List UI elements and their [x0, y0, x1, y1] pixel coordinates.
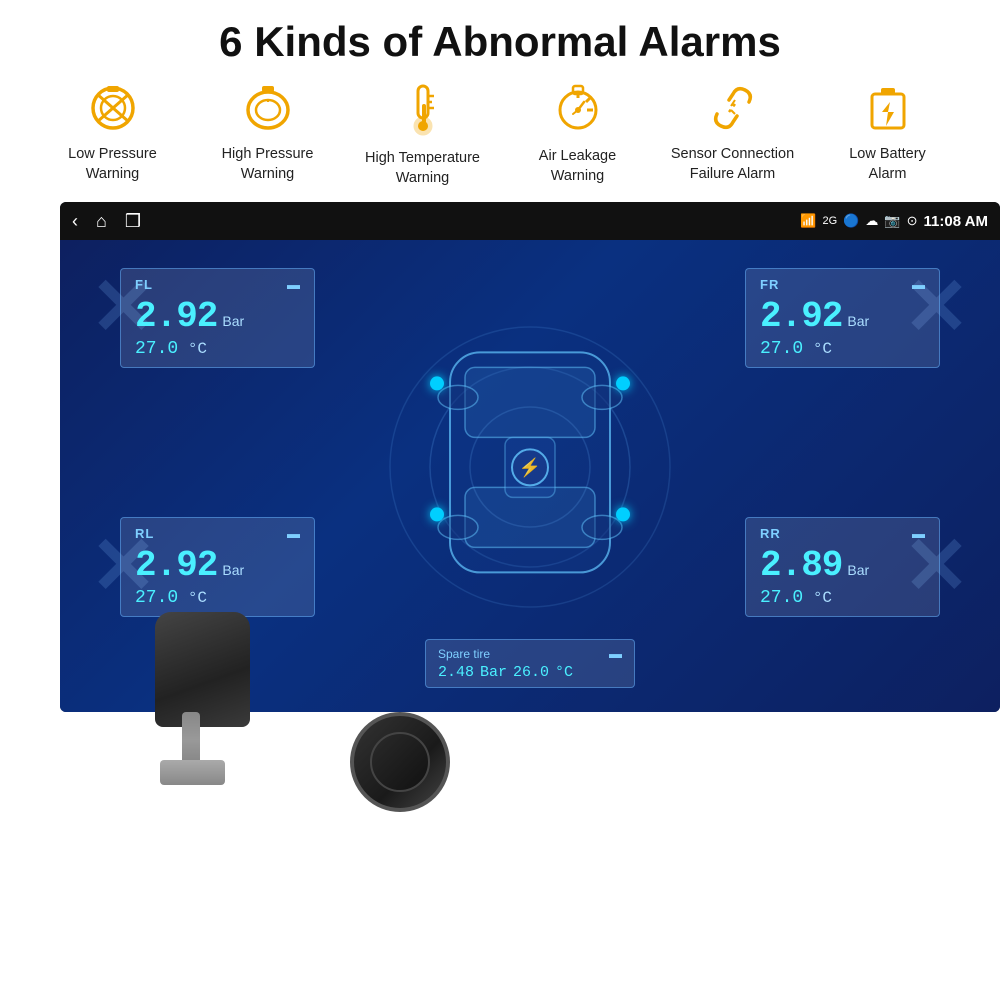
temp-rr: 27.0	[760, 588, 803, 608]
temp-unit-rl: °C	[188, 589, 207, 607]
car-graphic: ⚡	[390, 293, 670, 633]
tire-panel-fr: FR ▬ 2.92 Bar 27.0 °C	[745, 268, 940, 368]
clock: 11:08 AM	[924, 213, 988, 230]
bluetooth-icon: 🔵	[843, 213, 859, 229]
battery-rl: ▬	[287, 526, 300, 541]
pressure-unit-rr: Bar	[847, 562, 869, 578]
cap-sensor	[350, 712, 460, 822]
cloud-icon: ☁	[865, 213, 878, 229]
screen-wrapper: ‹ ⌂ ❒ 📶 2G 🔵 ☁ 📷 ⊙ 11:08 AM ✕ ✕ ✕ ✕	[60, 202, 1000, 772]
page-title: 6 Kinds of Abnormal Alarms	[0, 18, 1000, 66]
back-button[interactable]: ‹	[72, 211, 78, 232]
alarm-high-pressure: High Pressure Warning	[190, 84, 345, 184]
physical-sensors	[140, 612, 460, 782]
recent-button[interactable]: ❒	[125, 211, 141, 232]
nav-buttons: ‹ ⌂ ❒	[72, 211, 141, 232]
temp-rl: 27.0	[135, 588, 178, 608]
alarm-high-temperature: High Temperature Warning	[345, 84, 500, 188]
tire-label-rl: RL	[135, 526, 154, 541]
battery-spare: ▬	[609, 646, 622, 661]
alarm-air-leakage: Air Leakage Warning	[500, 84, 655, 186]
sensor-dot-rl	[430, 508, 444, 522]
temp-unit-fl: °C	[188, 340, 207, 358]
tire-panel-rr: RR ▬ 2.89 Bar 27.0 °C	[745, 517, 940, 617]
temp-fr: 27.0	[760, 339, 803, 359]
pressure-fl: 2.92	[135, 296, 217, 337]
status-indicators: 📶 2G 🔵 ☁ 📷 ⊙ 11:08 AM	[800, 213, 988, 230]
low-battery-label: Low Battery Alarm	[849, 145, 926, 184]
sensor-body	[155, 612, 250, 727]
cap-body	[350, 712, 450, 812]
camera-icon: 📷	[884, 213, 900, 229]
air-leakage-icon	[555, 84, 601, 141]
spare-temp-unit: °C	[555, 664, 573, 681]
high-pressure-label: High Pressure Warning	[222, 145, 314, 184]
battery-fl: ▬	[287, 277, 300, 292]
valve-base	[160, 760, 225, 785]
low-battery-icon	[868, 84, 908, 139]
temp-unit-fr: °C	[813, 340, 832, 358]
home-button[interactable]: ⌂	[96, 211, 107, 232]
alarm-sensor-connection: Sensor Connection Failure Alarm	[655, 84, 810, 184]
sensor-dot-fl	[430, 377, 444, 391]
status-bar: ‹ ⌂ ❒ 📶 2G 🔵 ☁ 📷 ⊙ 11:08 AM	[60, 202, 1000, 240]
pressure-unit-fr: Bar	[847, 313, 869, 329]
high-temperature-label: High Temperature Warning	[365, 149, 480, 188]
internal-sensor	[140, 612, 270, 782]
page-header: 6 Kinds of Abnormal Alarms	[0, 0, 1000, 76]
sensor-connection-label: Sensor Connection Failure Alarm	[671, 145, 794, 184]
high-pressure-icon	[242, 84, 294, 139]
alarm-types-row: Low Pressure Warning High Pressure Warni…	[0, 76, 1000, 202]
battery-fr: ▬	[912, 277, 925, 292]
sensor-dot-rr	[616, 508, 630, 522]
pressure-unit-rl: Bar	[222, 562, 244, 578]
air-leakage-label: Air Leakage Warning	[539, 147, 616, 186]
svg-text:⚡: ⚡	[519, 457, 541, 479]
alarm-low-pressure: Low Pressure Warning	[35, 84, 190, 184]
target-icon: ⊙	[907, 213, 918, 229]
cap-inner	[370, 732, 430, 792]
pressure-rr: 2.89	[760, 545, 842, 586]
spare-pressure-unit: Bar	[480, 664, 507, 681]
battery-rr: ▬	[912, 526, 925, 541]
low-pressure-label: Low Pressure Warning	[68, 145, 157, 184]
wifi-icon: 📶	[800, 213, 816, 229]
signal-icon: 2G	[823, 215, 838, 227]
temp-fl: 27.0	[135, 339, 178, 359]
tire-panel-fl: FL ▬ 2.92 Bar 27.0 °C	[120, 268, 315, 368]
tire-label-fr: FR	[760, 277, 779, 292]
tire-panel-rl: RL ▬ 2.92 Bar 27.0 °C	[120, 517, 315, 617]
high-temperature-icon	[404, 84, 442, 143]
alarm-low-battery: Low Battery Alarm	[810, 84, 965, 184]
tire-label-fl: FL	[135, 277, 153, 292]
pressure-rl: 2.92	[135, 545, 217, 586]
pressure-fr: 2.92	[760, 296, 842, 337]
sensor-connection-icon	[707, 84, 759, 139]
sensor-dot-fr	[616, 377, 630, 391]
tire-label-rr: RR	[760, 526, 781, 541]
temp-unit-rr: °C	[813, 589, 832, 607]
spare-temp: 26.0	[513, 664, 549, 681]
low-pressure-icon	[87, 84, 139, 139]
pressure-unit-fl: Bar	[222, 313, 244, 329]
